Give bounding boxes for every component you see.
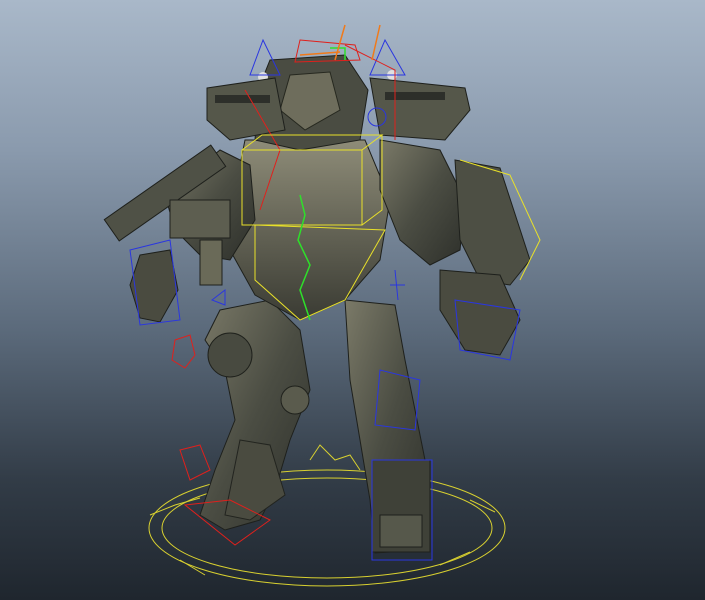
3d-viewport[interactable] bbox=[0, 0, 705, 600]
rig-orange-controls[interactable] bbox=[299, 24, 381, 61]
left-leg-mesh[interactable] bbox=[199, 299, 311, 531]
left-arm-mesh[interactable] bbox=[103, 144, 256, 323]
scene-canvas[interactable] bbox=[0, 0, 705, 600]
right-arm-mesh[interactable] bbox=[379, 139, 531, 356]
